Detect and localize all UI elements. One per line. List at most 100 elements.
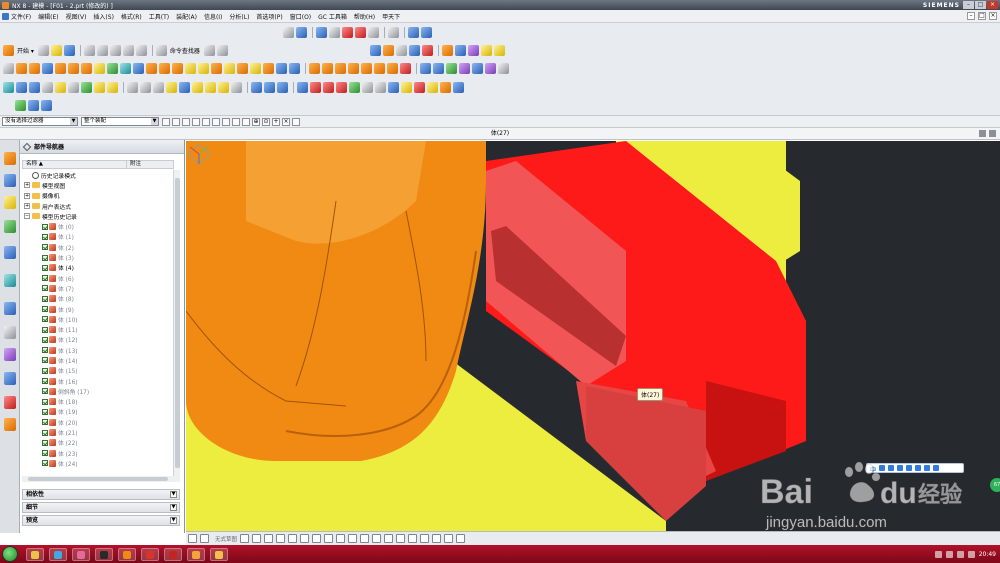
tree-row[interactable]: + 用户表达式 <box>22 201 174 211</box>
pad-icon[interactable] <box>81 63 92 74</box>
trim-curve-icon[interactable] <box>218 82 229 93</box>
edge-blend-icon[interactable] <box>185 63 196 74</box>
new-file-icon[interactable] <box>37 45 49 56</box>
tree-row[interactable]: 体 (7) <box>22 283 174 293</box>
datum-plane-icon[interactable] <box>120 63 131 74</box>
panel-dependencies[interactable]: 相依性 ▼ <box>22 489 180 500</box>
open-file-icon[interactable] <box>50 45 62 56</box>
cut-icon[interactable] <box>83 45 95 56</box>
tree-row[interactable]: 体 (20) <box>22 417 174 427</box>
show-constraints-icon[interactable] <box>420 534 430 543</box>
copy-icon[interactable] <box>96 45 108 56</box>
tree-row[interactable]: 体 (4) <box>22 263 174 273</box>
taskbar-chrome[interactable] <box>141 547 159 561</box>
menu-format[interactable]: 格式(R) <box>121 12 142 21</box>
visibility-checkbox[interactable] <box>42 264 48 271</box>
measure-icon[interactable] <box>422 45 433 56</box>
move-object-icon[interactable] <box>396 45 407 56</box>
tree-row[interactable]: 体 (21) <box>22 427 174 437</box>
tree-row[interactable]: 体 (15) <box>22 366 174 376</box>
exploded-view-icon[interactable] <box>362 82 373 93</box>
studio-surface-icon[interactable] <box>459 63 470 74</box>
extract-curve-icon[interactable] <box>205 82 216 93</box>
swept-icon[interactable] <box>446 63 457 74</box>
visibility-checkbox[interactable] <box>42 357 48 364</box>
visibility-checkbox[interactable] <box>42 347 48 354</box>
deviation-icon[interactable] <box>453 82 464 93</box>
point-tool-icon[interactable] <box>336 534 346 543</box>
pocket-icon[interactable] <box>68 63 79 74</box>
section-curve-icon[interactable] <box>192 82 203 93</box>
offset-curve-tool-icon[interactable] <box>348 534 358 543</box>
tree-row[interactable]: 历史记录模式 <box>22 170 174 180</box>
add-component-icon[interactable] <box>310 82 321 93</box>
doc-close-button[interactable]: × <box>989 12 997 20</box>
shaded-edges-icon[interactable] <box>355 27 366 38</box>
menu-gc-toolkit[interactable]: GC 工具箱 <box>318 12 347 21</box>
tree-row[interactable]: 体 (23) <box>22 448 174 458</box>
doc-restore-button[interactable]: □ <box>978 12 986 20</box>
tree-row[interactable]: 体 (3) <box>22 252 174 262</box>
sync-offset-icon[interactable] <box>335 63 346 74</box>
blank-icon[interactable] <box>468 45 479 56</box>
snap-point-toggle-icon[interactable] <box>212 117 220 126</box>
sync-delete-icon[interactable] <box>361 63 372 74</box>
start-button[interactable] <box>2 546 18 562</box>
visibility-checkbox[interactable] <box>42 244 48 251</box>
finish-sketch-icon[interactable] <box>188 534 197 543</box>
offset-curve-icon[interactable] <box>127 82 138 93</box>
menu-info[interactable]: 信息(I) <box>204 12 222 21</box>
tree-row[interactable]: 体 (9) <box>22 304 174 314</box>
window-icon[interactable] <box>216 45 228 56</box>
tray-volume-icon[interactable] <box>945 550 953 558</box>
fillet-tool-icon[interactable] <box>288 534 298 543</box>
auto-dimension-icon[interactable] <box>456 534 466 543</box>
visibility-checkbox[interactable] <box>42 336 48 343</box>
assembly-navigator-icon[interactable] <box>4 152 16 165</box>
visibility-checkbox[interactable] <box>42 460 48 467</box>
status-zoom-icon[interactable] <box>979 130 986 137</box>
save-icon[interactable] <box>63 45 75 56</box>
menu-custom[interactable]: 甲天下 <box>382 12 400 21</box>
collapse-icon[interactable]: − <box>24 213 30 220</box>
snap-intersection-icon[interactable]: ⊕ <box>252 117 260 126</box>
mirror-icon[interactable] <box>276 63 287 74</box>
expand-icon[interactable]: + <box>24 182 30 189</box>
type-filter-select[interactable]: 没有选择过滤器 ▼ <box>2 117 78 126</box>
check-icon[interactable] <box>15 100 26 111</box>
tree-row[interactable]: 倒斜角 (17) <box>22 386 174 396</box>
analysis-icon[interactable] <box>28 100 39 111</box>
visibility-checkbox[interactable] <box>42 223 48 230</box>
visibility-checkbox[interactable] <box>42 254 48 261</box>
taskbar-player[interactable] <box>118 547 136 561</box>
menu-analysis[interactable]: 分析(L) <box>229 12 249 21</box>
column-header-note[interactable]: 附注 <box>127 161 141 168</box>
constraint-navigator-icon[interactable] <box>4 174 16 187</box>
snap-quadrant-icon[interactable]: + <box>272 117 280 126</box>
quick-trim-icon[interactable] <box>360 534 370 543</box>
tray-ime-icon[interactable] <box>956 550 964 558</box>
paste-icon[interactable] <box>109 45 121 56</box>
manufacturing-wizard-icon[interactable] <box>4 372 16 385</box>
profile-icon[interactable] <box>240 534 250 543</box>
taskbar-pdf[interactable] <box>164 547 182 561</box>
pencil-icon[interactable] <box>494 45 505 56</box>
show-hide-icon[interactable] <box>409 45 420 56</box>
visibility-checkbox[interactable] <box>42 398 48 405</box>
point-set-icon[interactable] <box>16 82 27 93</box>
snap-midpoint-icon[interactable] <box>232 117 240 126</box>
helix-icon[interactable] <box>94 82 105 93</box>
reuse-library-icon[interactable] <box>4 220 16 233</box>
wireframe-icon[interactable] <box>368 27 379 38</box>
orient-view-icon[interactable] <box>316 27 327 38</box>
sync-resize-icon[interactable] <box>374 63 385 74</box>
tray-network-icon[interactable] <box>934 550 942 558</box>
groove-icon[interactable] <box>107 63 118 74</box>
filter-settings-icon[interactable] <box>162 117 170 126</box>
snap-control-icon[interactable] <box>242 117 250 126</box>
system-scene-icon[interactable] <box>4 418 16 431</box>
visibility-checkbox[interactable] <box>42 285 48 292</box>
tree-row[interactable]: + 模型视图 <box>22 180 174 190</box>
tray-clock[interactable]: 20:49 <box>979 551 996 558</box>
spline-icon[interactable] <box>81 82 92 93</box>
